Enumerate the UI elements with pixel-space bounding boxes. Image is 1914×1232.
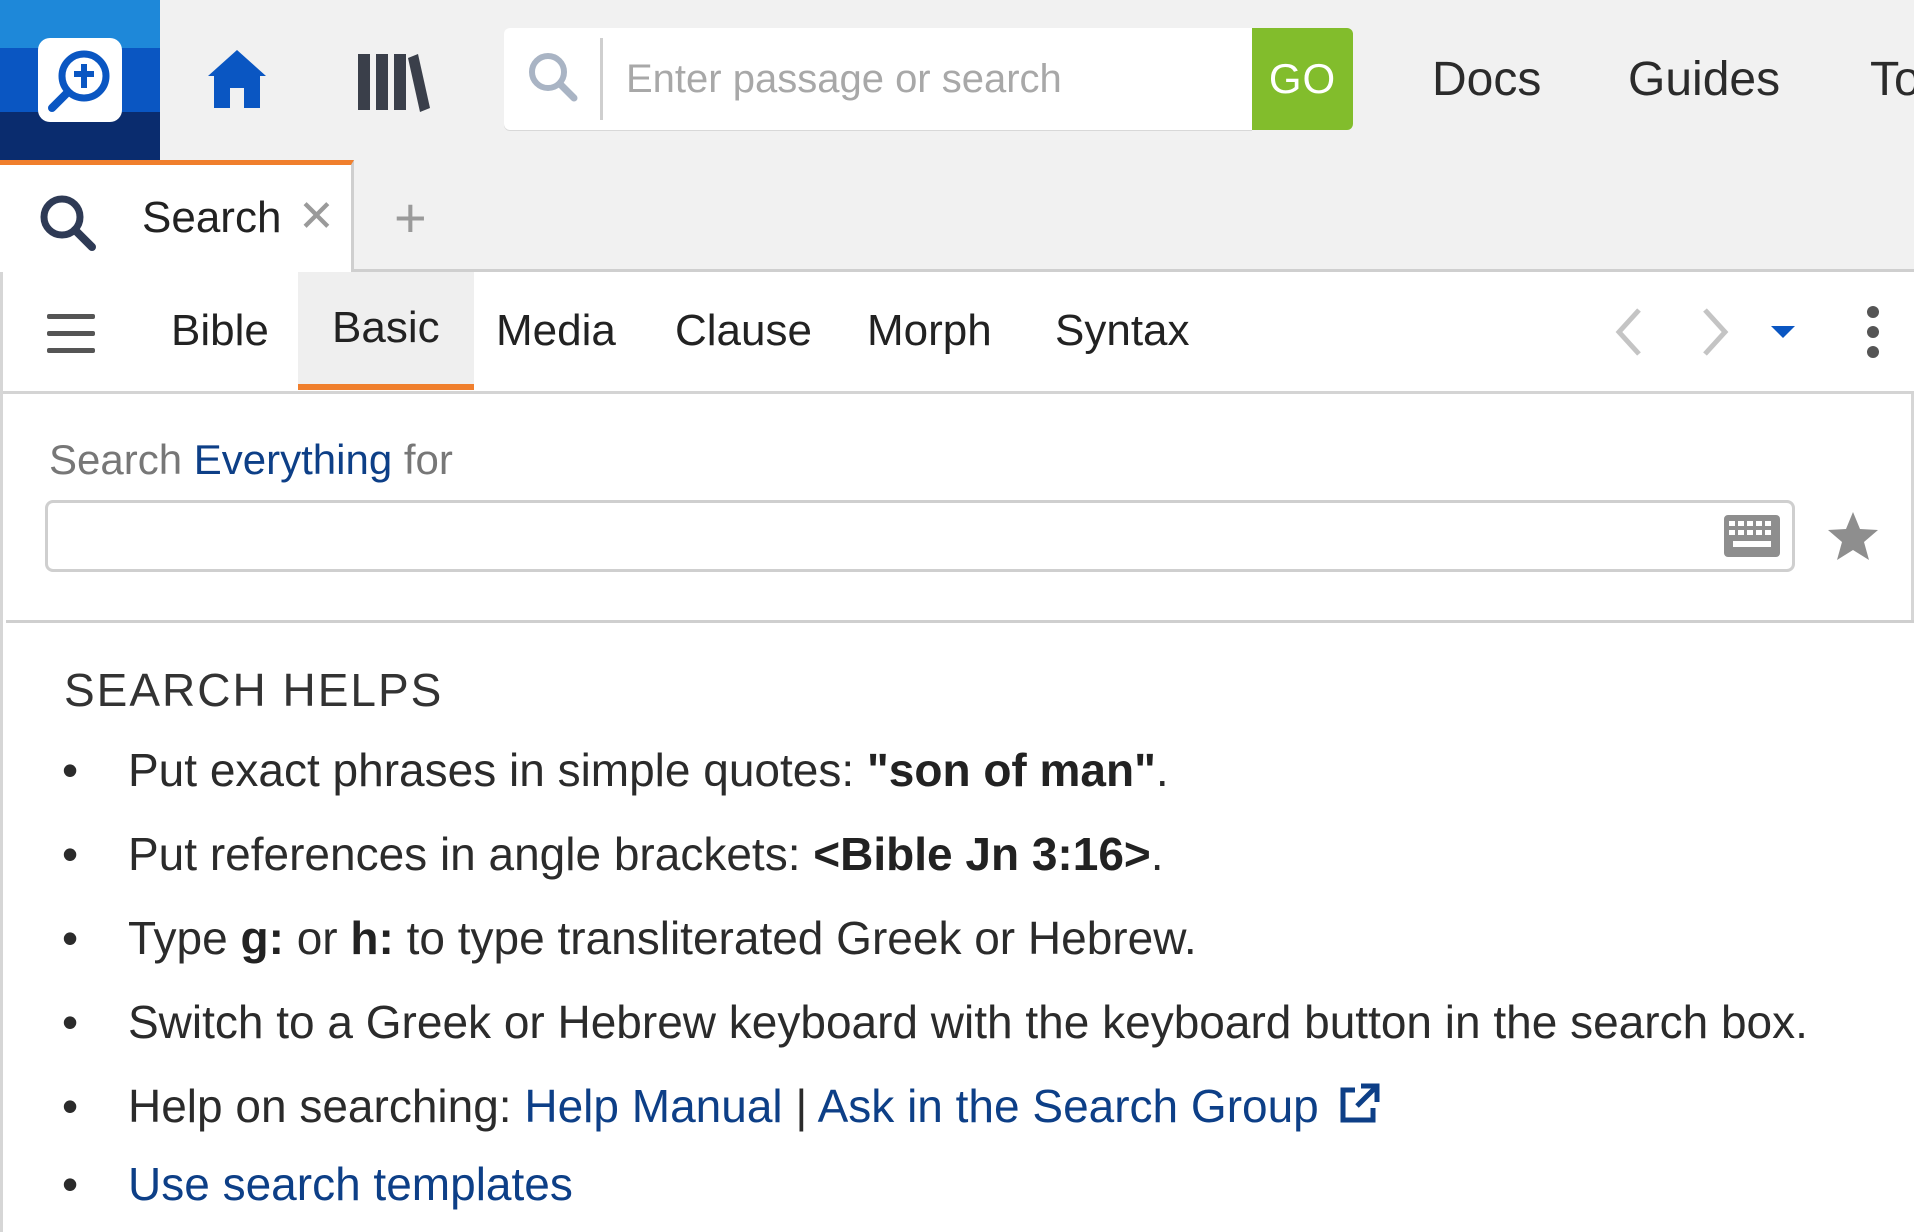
- search-prefix: Search: [49, 436, 183, 483]
- nav-docs[interactable]: Docs: [1432, 52, 1541, 107]
- passage-search-bar: [504, 28, 1252, 130]
- search-toolbar: Bible Basic Media Clause Morph Syntax: [3, 272, 1914, 394]
- passage-search-input[interactable]: [614, 46, 1234, 112]
- tab-search[interactable]: Search ✕: [0, 160, 354, 274]
- search-helps: SEARCH HELPS • Put exact phrases in simpl…: [6, 620, 1914, 1232]
- search-suffix: for: [403, 436, 453, 483]
- search-scope-line: Search Everything for: [49, 436, 453, 484]
- search-icon: [36, 191, 100, 255]
- logos-logo-icon: [38, 38, 122, 122]
- plus-icon[interactable]: +: [394, 190, 427, 246]
- divider: [600, 38, 603, 120]
- help-item-transliteration: • Type g: or h: to type transliterated Gr…: [62, 912, 1197, 964]
- search-panel: Bible Basic Media Clause Morph Syntax Se…: [0, 272, 1914, 1232]
- mode-tab-morph[interactable]: Morph: [833, 272, 1026, 390]
- nav-tools[interactable]: To: [1870, 52, 1914, 107]
- star-icon[interactable]: [1825, 508, 1881, 564]
- search-query-input[interactable]: [45, 500, 1795, 572]
- tab-label: Search: [142, 193, 282, 242]
- chevron-right-icon[interactable]: [1685, 304, 1741, 360]
- logos-logo[interactable]: [0, 0, 160, 160]
- library-icon[interactable]: [356, 52, 430, 112]
- search-scope-link[interactable]: Everything: [194, 436, 392, 483]
- mode-tab-basic[interactable]: Basic: [298, 272, 474, 390]
- help-item-references: • Put references in angle brackets: <Bibl…: [62, 828, 1164, 880]
- more-vertical-icon[interactable]: [1845, 304, 1901, 360]
- mode-tab-bible[interactable]: Bible: [137, 272, 303, 390]
- external-link-icon[interactable]: [1337, 1082, 1381, 1126]
- top-bar: GO Docs Guides To: [0, 0, 1914, 160]
- nav-guides[interactable]: Guides: [1628, 52, 1780, 107]
- go-button[interactable]: GO: [1252, 28, 1353, 130]
- help-item-keyboard: • Switch to a Greek or Hebrew keyboard wi…: [62, 996, 1808, 1048]
- tab-strip: Search ✕ +: [0, 160, 1914, 274]
- help-item-templates: • Use search templates: [62, 1158, 573, 1210]
- help-manual-link[interactable]: Help Manual: [524, 1080, 782, 1132]
- mode-tab-media[interactable]: Media: [462, 272, 650, 390]
- mode-tab-syntax[interactable]: Syntax: [1021, 272, 1224, 390]
- mode-tab-clause[interactable]: Clause: [641, 272, 846, 390]
- help-item-help-links: • Help on searching: Help Manual | Ask in…: [62, 1079, 1381, 1133]
- search-group-link[interactable]: Ask in the Search Group: [818, 1080, 1319, 1132]
- close-icon[interactable]: ✕: [298, 195, 335, 239]
- search-icon: [524, 48, 584, 108]
- search-templates-link[interactable]: Use search templates: [128, 1158, 573, 1210]
- help-item-phrases: • Put exact phrases in simple quotes: "so…: [62, 744, 1169, 796]
- home-icon[interactable]: [204, 46, 270, 112]
- caret-down-icon[interactable]: [1755, 304, 1811, 360]
- menu-icon[interactable]: [47, 314, 95, 354]
- search-helps-title: SEARCH HELPS: [64, 664, 444, 716]
- keyboard-icon[interactable]: [1723, 514, 1781, 558]
- chevron-left-icon[interactable]: [1603, 304, 1659, 360]
